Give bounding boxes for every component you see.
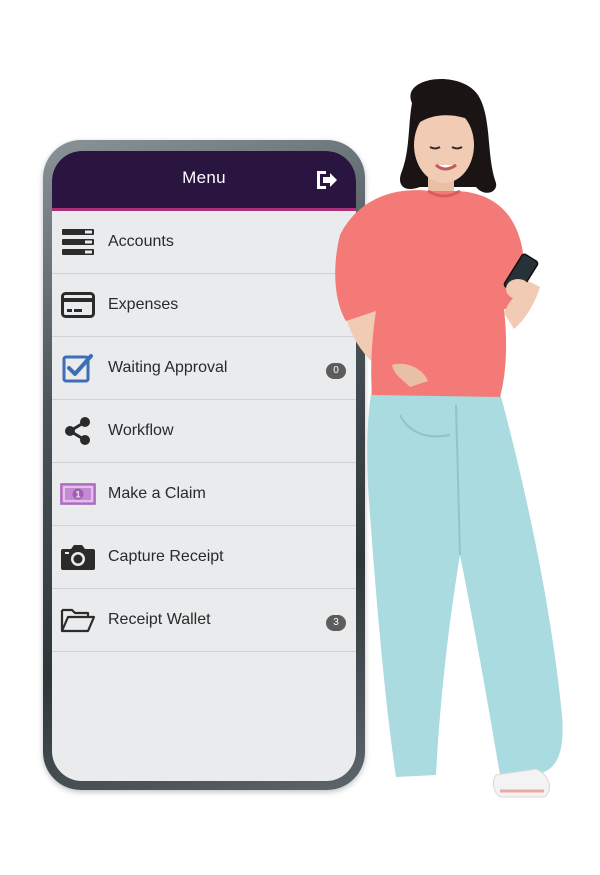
menu-item-label: Capture Receipt — [108, 548, 224, 565]
woman-illustration — [335, 79, 563, 798]
camera-icon — [60, 542, 96, 572]
menu-item-label: Accounts — [108, 233, 174, 250]
checkbox-checked-icon — [60, 353, 96, 383]
sweater — [335, 190, 526, 397]
accounts-list-icon — [60, 227, 96, 257]
banknote-icon: 1 — [60, 479, 96, 509]
credit-card-icon — [60, 290, 96, 320]
menu-item-label: Receipt Wallet — [108, 611, 211, 628]
menu-item-label: Make a Claim — [108, 485, 206, 502]
share-nodes-icon — [60, 416, 96, 446]
svg-text:1: 1 — [75, 490, 80, 500]
menu-item-label: Waiting Approval — [108, 359, 228, 376]
folder-open-icon — [60, 605, 96, 635]
menu-item-label: Workflow — [108, 422, 174, 439]
jeans — [367, 387, 563, 777]
menu-item-label: Expenses — [108, 296, 179, 313]
